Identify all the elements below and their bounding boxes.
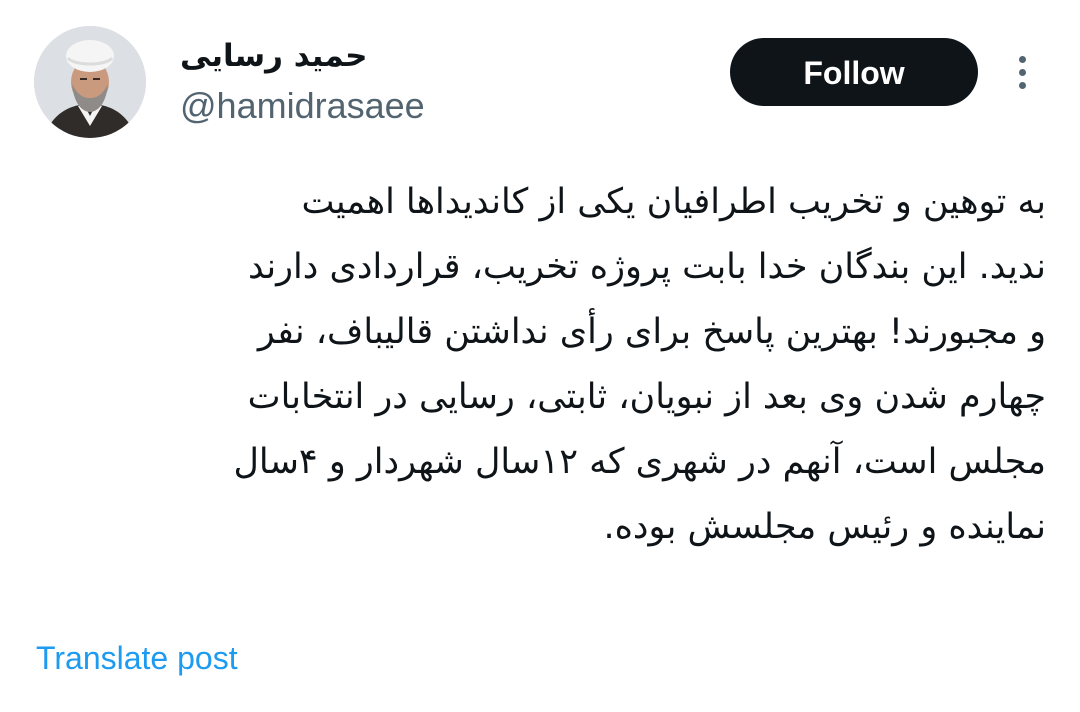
more-vertical-icon[interactable] xyxy=(1010,52,1036,92)
tweet-text-line: چهارم شدن وی بعد از نبویان، ثابتی، رسایی… xyxy=(247,377,1046,417)
translate-post-link[interactable]: Translate post xyxy=(36,636,238,680)
avatar[interactable] xyxy=(34,26,146,138)
user-handle[interactable]: @hamidrasaee xyxy=(180,84,425,128)
tweet-text: به توهین و تخریب اطرافیان یکی از کاندیدا… xyxy=(34,170,1046,560)
follow-button[interactable]: Follow xyxy=(730,38,978,106)
tweet-text-line: نماینده و رئیس مجلسش بوده. xyxy=(603,507,1046,547)
display-name[interactable]: حمید رسایی xyxy=(180,36,420,76)
tweet-text-line: و مجبورند! بهترین پاسخ برای رأی نداشتن ق… xyxy=(257,312,1046,352)
avatar-portrait xyxy=(34,26,146,138)
tweet-text-line: به توهین و تخریب اطرافیان یکی از کاندیدا… xyxy=(301,182,1046,222)
tweet-text-line: مجلس است، آنهم در شهری که ۱۲سال شهردار و… xyxy=(233,442,1046,482)
tweet-card: حمید رسایی @hamidrasaee Follow به توهین … xyxy=(0,0,1080,712)
tweet-text-line: ندید. این بندگان خدا بابت پروژه تخریب، ق… xyxy=(248,247,1046,287)
